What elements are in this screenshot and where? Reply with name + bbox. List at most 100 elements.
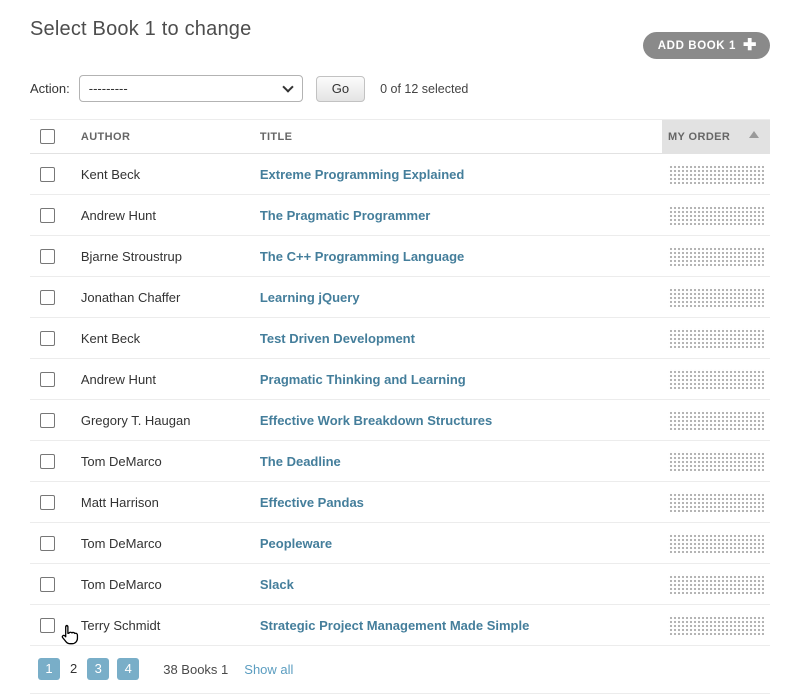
author-cell: Andrew Hunt <box>74 194 254 236</box>
book-title-link[interactable]: The Deadline <box>260 454 341 469</box>
table-row: Andrew Hunt Pragmatic Thinking and Learni… <box>30 358 770 400</box>
row-checkbox-cell <box>30 522 75 564</box>
row-checkbox-cell <box>30 235 75 277</box>
book-title-link[interactable]: Test Driven Development <box>260 331 415 346</box>
book-title-link[interactable]: The C++ Programming Language <box>260 249 464 264</box>
row-checkbox[interactable] <box>40 494 55 510</box>
drag-handle[interactable] <box>667 451 764 471</box>
page-link[interactable]: 1 <box>38 658 60 680</box>
header-my-order[interactable]: MY ORDER <box>661 119 770 154</box>
header-title: TITLE <box>253 119 662 154</box>
row-checkbox-cell <box>30 604 75 646</box>
header-my-order-label: MY ORDER <box>667 130 731 143</box>
header-author: AUTHOR <box>74 119 254 154</box>
author-cell: Kent Beck <box>74 153 254 195</box>
book-title-link[interactable]: Extreme Programming Explained <box>260 167 464 182</box>
row-checkbox[interactable] <box>40 412 55 428</box>
book-table: AUTHOR TITLE MY ORDER Kent Beck Extreme P… <box>30 119 770 646</box>
row-checkbox-cell <box>30 358 75 400</box>
book-title-link[interactable]: Pragmatic Thinking and Learning <box>260 372 466 387</box>
drag-handle[interactable] <box>667 533 764 553</box>
table-row: Bjarne Stroustrup The C++ Programming Lan… <box>30 235 770 277</box>
order-cell <box>661 153 770 195</box>
book-table-body: Kent Beck Extreme Programming Explained An… <box>30 153 770 646</box>
order-cell <box>661 317 770 359</box>
row-checkbox[interactable] <box>40 248 55 264</box>
order-cell <box>661 522 770 564</box>
title-cell: Pragmatic Thinking and Learning <box>253 358 662 400</box>
title-cell: Peopleware <box>253 522 662 564</box>
author-cell: Matt Harrison <box>74 481 254 523</box>
book-title-link[interactable]: Learning jQuery <box>260 290 360 305</box>
go-button[interactable]: Go <box>315 75 366 102</box>
author-cell: Tom DeMarco <box>74 440 254 482</box>
row-checkbox[interactable] <box>40 289 55 305</box>
author-cell: Tom DeMarco <box>74 522 254 564</box>
row-checkbox[interactable] <box>40 207 55 223</box>
order-cell <box>661 563 770 605</box>
drag-handle[interactable] <box>667 615 764 635</box>
show-all-link[interactable]: Show all <box>244 662 293 677</box>
author-cell: Kent Beck <box>74 317 254 359</box>
row-checkbox-cell <box>30 440 75 482</box>
drag-handle[interactable] <box>667 328 764 348</box>
row-checkbox-cell <box>30 153 75 195</box>
title-cell: Test Driven Development <box>253 317 662 359</box>
drag-handle[interactable] <box>667 574 764 594</box>
page-link[interactable]: 3 <box>87 658 110 680</box>
book-title-link[interactable]: Effective Pandas <box>260 495 364 510</box>
book-title-link[interactable]: Slack <box>260 577 294 592</box>
page-link[interactable]: 4 <box>117 658 140 680</box>
book-title-link[interactable]: Effective Work Breakdown Structures <box>260 413 492 428</box>
page-links: 1234 <box>38 658 147 680</box>
row-checkbox[interactable] <box>40 535 55 551</box>
action-counter: 0 of 12 selected <box>380 81 469 96</box>
drag-handle[interactable] <box>667 410 764 430</box>
drag-handle[interactable] <box>667 205 764 225</box>
row-checkbox-cell <box>30 399 75 441</box>
action-select[interactable]: --------- <box>78 75 303 102</box>
row-checkbox-cell <box>30 481 75 523</box>
book-title-link[interactable]: Strategic Project Management Made Simple <box>260 618 529 633</box>
book-title-link[interactable]: The Pragmatic Programmer <box>260 208 431 223</box>
drag-handle[interactable] <box>667 246 764 266</box>
order-cell <box>661 604 770 646</box>
author-cell: Terry Schmidt <box>74 604 254 646</box>
select-all-checkbox[interactable] <box>40 129 55 144</box>
add-book-button[interactable]: ADD BOOK 1 ✚ <box>642 32 770 59</box>
row-checkbox[interactable] <box>40 576 55 592</box>
order-cell <box>661 358 770 400</box>
drag-handle[interactable] <box>667 287 764 307</box>
actions-bar: Action: --------- Go 0 of 12 selected <box>30 75 770 102</box>
row-checkbox-cell <box>30 194 75 236</box>
row-checkbox[interactable] <box>40 166 55 182</box>
title-cell: Extreme Programming Explained <box>253 153 662 195</box>
drag-handle[interactable] <box>667 492 764 512</box>
page-summary: 38 Books 1 <box>163 661 229 677</box>
book-title-link[interactable]: Peopleware <box>260 536 332 551</box>
title-cell: Slack <box>253 563 662 605</box>
table-row: Terry Schmidt Strategic Project Managemen… <box>30 604 770 646</box>
row-checkbox[interactable] <box>40 371 55 387</box>
page-current: 2 <box>70 661 78 676</box>
order-cell <box>661 194 770 236</box>
title-cell: The Deadline <box>253 440 662 482</box>
drag-handle[interactable] <box>667 369 764 389</box>
title-cell: Effective Work Breakdown Structures <box>253 399 662 441</box>
row-checkbox[interactable] <box>40 453 55 469</box>
book-table-head: AUTHOR TITLE MY ORDER <box>30 119 770 154</box>
row-checkbox[interactable] <box>40 617 55 633</box>
order-cell <box>661 440 770 482</box>
table-row: Kent Beck Extreme Programming Explained <box>30 153 770 195</box>
action-label: Action: <box>30 81 70 96</box>
table-row: Tom DeMarco The Deadline <box>30 440 770 482</box>
order-cell <box>661 276 770 318</box>
sort-ascending-icon <box>749 131 759 138</box>
drag-handle[interactable] <box>667 164 764 184</box>
row-checkbox[interactable] <box>40 330 55 346</box>
plus-icon: ✚ <box>742 36 757 54</box>
title-cell: The Pragmatic Programmer <box>253 194 662 236</box>
row-checkbox-cell <box>30 276 75 318</box>
title-cell: Effective Pandas <box>253 481 662 523</box>
author-cell: Andrew Hunt <box>74 358 254 400</box>
